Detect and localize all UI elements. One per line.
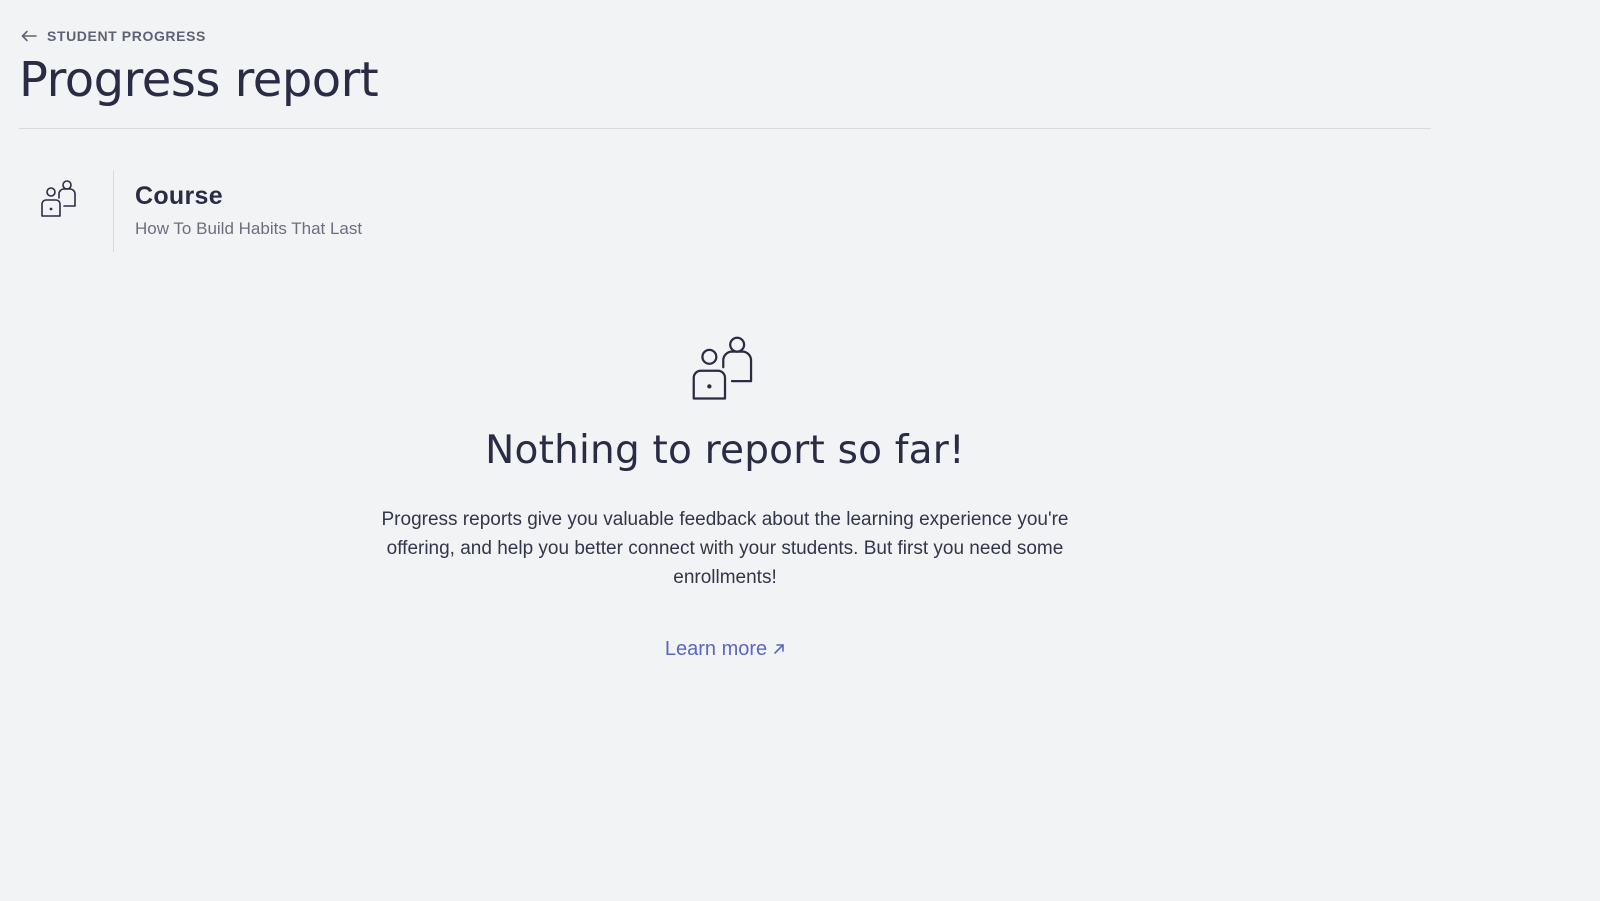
students-icon (350, 336, 1100, 402)
learn-more-link[interactable]: Learn more (665, 638, 785, 661)
course-label: Course (135, 182, 223, 210)
learn-more-label: Learn more (664, 637, 768, 660)
arrow-left-icon (21, 30, 37, 42)
page-header: STUDENT PROGRESS Progress report (19, 0, 1431, 129)
course-info: Course How To Build Habits That Last (40, 170, 362, 252)
course-name: How To Build Habits That Last (135, 219, 363, 238)
external-arrow-icon (773, 638, 785, 661)
breadcrumb-label: STUDENT PROGRESS (47, 28, 206, 44)
empty-state-description: Progress reports give you valuable feedb… (381, 508, 1069, 588)
empty-state: Nothing to report so far! Progress repor… (350, 336, 1100, 661)
breadcrumb-back-link[interactable]: STUDENT PROGRESS (21, 28, 206, 44)
empty-state-title: Nothing to report so far! (485, 428, 965, 473)
students-icon (40, 170, 114, 252)
page-title: Progress report (19, 52, 379, 108)
